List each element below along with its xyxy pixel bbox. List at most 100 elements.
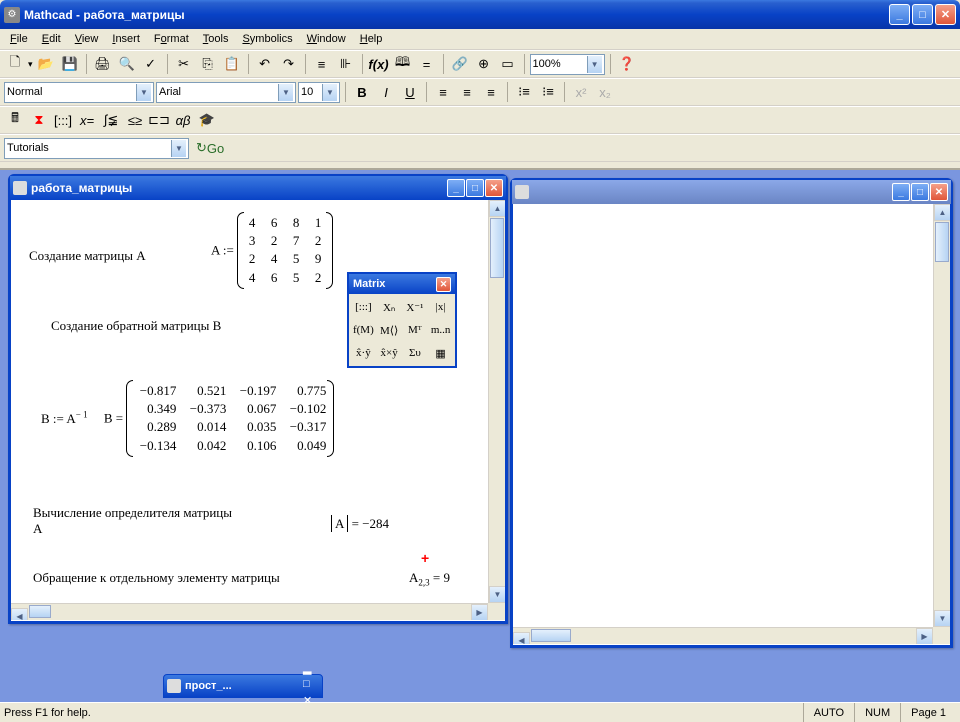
calculus-icon[interactable]: ∫≨ xyxy=(100,109,122,131)
app-icon: ⚙ xyxy=(4,7,20,23)
resource-combo[interactable]: Tutorials▼ xyxy=(4,138,189,159)
symbolic-icon[interactable]: 🎓 xyxy=(196,109,218,131)
scrollbar-v[interactable]: ▲ ▼ xyxy=(933,204,950,627)
style-combo[interactable]: Normal▼ xyxy=(4,82,154,103)
undo-button[interactable]: ↶ xyxy=(254,53,276,75)
menu-view[interactable]: View xyxy=(69,31,105,47)
superscript-button[interactable]: x² xyxy=(570,81,592,103)
scrollbar-h[interactable]: ◀ ▶ xyxy=(11,603,488,620)
child1-close[interactable]: ✕ xyxy=(485,179,503,197)
align-button[interactable]: ≡ xyxy=(311,53,333,75)
italic-button[interactable]: I xyxy=(375,81,397,103)
menu-edit[interactable]: Edit xyxy=(36,31,67,47)
pbtn-subscript[interactable]: Xₙ xyxy=(377,296,402,318)
palette-close[interactable]: ✕ xyxy=(436,277,451,292)
menu-window[interactable]: Window xyxy=(301,31,352,47)
matrix-icon[interactable]: [:::] xyxy=(52,109,74,131)
region-button[interactable]: ▭ xyxy=(497,53,519,75)
go-button[interactable]: ↻Go xyxy=(191,137,229,159)
min-restore[interactable]: ▂ xyxy=(303,662,319,678)
pbtn-vectorize[interactable]: f(M) xyxy=(351,319,376,341)
pbtn-sum[interactable]: Συ xyxy=(403,342,428,364)
calculator-icon[interactable]: 🖩 xyxy=(4,109,26,131)
units-button[interactable]: 🕮 xyxy=(392,53,414,75)
elem-region[interactable]: A2,3 = 9 xyxy=(409,570,450,588)
calc-button[interactable]: = xyxy=(416,53,438,75)
component-button[interactable]: 🔗 xyxy=(449,53,471,75)
menu-format[interactable]: Format xyxy=(148,31,195,47)
underline-button[interactable]: U xyxy=(399,81,421,103)
pbtn-det[interactable]: |x| xyxy=(428,296,453,318)
toolbar-math: 🖩 ⧗ [:::] x= ∫≨ ≤≥ ⊏⊐ αβ 🎓 xyxy=(0,106,960,134)
font-combo[interactable]: Arial▼ xyxy=(156,82,296,103)
label-create-b[interactable]: Создание обратной матрицы В xyxy=(51,318,221,334)
pbtn-matrix[interactable]: [:::] xyxy=(351,296,376,318)
preview-button[interactable]: 🔍 xyxy=(116,53,138,75)
matrix-a-region[interactable]: A := 4681 3272 2459 4652 xyxy=(211,212,333,289)
matrix-palette[interactable]: Matrix ✕ [:::] Xₙ X⁻¹ |x| f(M) M⟨⟩ Mᵀ m.… xyxy=(347,272,457,368)
align-center-button[interactable]: ≡ xyxy=(456,81,478,103)
numbering-button[interactable]: ⁝≡ xyxy=(537,81,559,103)
redo-button[interactable]: ↷ xyxy=(278,53,300,75)
child1-minimize[interactable]: _ xyxy=(447,179,465,197)
label-create-a[interactable]: Создание матрицы А xyxy=(29,248,146,264)
save-button[interactable]: 💾 xyxy=(59,53,81,75)
child-window-2[interactable]: _ □ ✕ ▲ ▼ ◀ ▶ xyxy=(510,178,953,648)
menu-file[interactable]: File xyxy=(4,31,34,47)
scrollbar-v[interactable]: ▲ ▼ xyxy=(488,200,505,603)
programming-icon[interactable]: ⊏⊐ xyxy=(148,109,170,131)
cut-button[interactable]: ✂ xyxy=(173,53,195,75)
bullets-button[interactable]: ⁝≡ xyxy=(513,81,535,103)
greek-icon[interactable]: αβ xyxy=(172,109,194,131)
menu-insert[interactable]: Insert xyxy=(106,31,146,47)
bold-button[interactable]: B xyxy=(351,81,373,103)
graph-icon[interactable]: ⧗ xyxy=(28,109,50,131)
align-right-button[interactable]: ≡ xyxy=(480,81,502,103)
pbtn-transpose[interactable]: Mᵀ xyxy=(403,319,428,341)
pbtn-inverse[interactable]: X⁻¹ xyxy=(403,296,428,318)
boolean-icon[interactable]: ≤≥ xyxy=(124,109,146,131)
child2-minimize[interactable]: _ xyxy=(892,183,910,201)
subscript-button[interactable]: x₂ xyxy=(594,81,616,103)
minimize-button[interactable]: _ xyxy=(889,4,910,25)
matrix-b-region[interactable]: B := A− 1 B = −0.8170.521−0.1970.775 0.3… xyxy=(41,380,334,457)
minimized-window[interactable]: прост_... ▂ □ ✕ xyxy=(163,674,323,698)
fx-button[interactable]: f(x) xyxy=(368,53,390,75)
minimized-title: прост_... xyxy=(185,680,303,692)
label-elem[interactable]: Обращение к отдельному элементу матрицы xyxy=(33,570,280,586)
align-left-button[interactable]: ≡ xyxy=(432,81,454,103)
size-combo[interactable]: 10▼ xyxy=(298,82,340,103)
close-button[interactable]: ✕ xyxy=(935,4,956,25)
pbtn-column[interactable]: M⟨⟩ xyxy=(377,319,402,341)
open-button[interactable]: 📂 xyxy=(35,53,57,75)
print-button[interactable]: 🖨 xyxy=(92,53,114,75)
toolbar-standard: 🗋 ▾ 📂 💾 🖨 🔍 ✓ ✂ ⎘ 📋 ↶ ↷ ≡ ⊪ f(x) 🕮 = 🔗 ⊕… xyxy=(0,50,960,78)
menu-help[interactable]: Help xyxy=(354,31,389,47)
spellcheck-button[interactable]: ✓ xyxy=(140,53,162,75)
pbtn-picture[interactable]: ▦ xyxy=(428,342,453,364)
child2-close[interactable]: ✕ xyxy=(930,183,948,201)
align2-button[interactable]: ⊪ xyxy=(335,53,357,75)
status-help: Press F1 for help. xyxy=(4,707,803,719)
label-det[interactable]: Вычисление определителя матрицы А xyxy=(33,505,233,537)
det-region[interactable]: A = −284 xyxy=(331,516,389,532)
maximize-button[interactable]: □ xyxy=(912,4,933,25)
menu-symbolics[interactable]: Symbolics xyxy=(236,31,298,47)
new-button[interactable]: 🗋 xyxy=(4,53,26,75)
palette-title: Matrix xyxy=(353,278,385,290)
scrollbar-h[interactable]: ◀ ▶ xyxy=(513,627,933,644)
insert-button[interactable]: ⊕ xyxy=(473,53,495,75)
child2-maximize[interactable]: □ xyxy=(911,183,929,201)
child1-maximize[interactable]: □ xyxy=(466,179,484,197)
help-button[interactable]: ❓ xyxy=(616,53,638,75)
eval-icon[interactable]: x= xyxy=(76,109,98,131)
paste-button[interactable]: 📋 xyxy=(221,53,243,75)
copy-button[interactable]: ⎘ xyxy=(197,53,219,75)
child-window-1[interactable]: работа_матрицы _ □ ✕ Создание матрицы А … xyxy=(8,174,508,624)
min-maximize[interactable]: □ xyxy=(303,678,319,694)
pbtn-cross[interactable]: x̂×ŷ xyxy=(377,342,402,364)
pbtn-range[interactable]: m..n xyxy=(428,319,453,341)
zoom-combo[interactable]: 100%▼ xyxy=(530,54,605,75)
pbtn-dot[interactable]: x̂·ŷ xyxy=(351,342,376,364)
menu-tools[interactable]: Tools xyxy=(197,31,235,47)
